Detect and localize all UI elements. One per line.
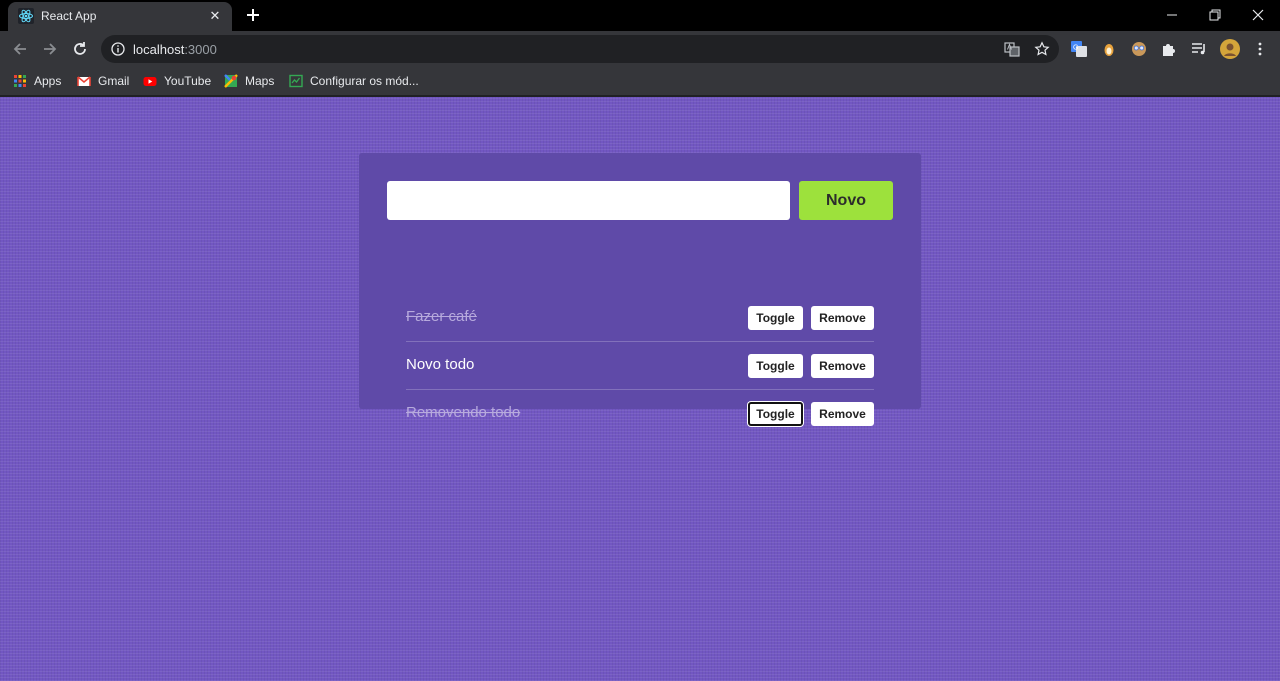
tab-title: React App — [41, 9, 97, 23]
browser-tab[interactable]: React App ✕ — [8, 2, 232, 31]
bookmark-label: YouTube — [164, 74, 212, 88]
google-translate-extension-icon[interactable]: G — [1070, 40, 1088, 58]
gmail-icon — [77, 76, 91, 86]
todo-item: Removendo todo Toggle Remove — [406, 390, 874, 438]
bookmark-configurar[interactable]: Configurar os mód... — [289, 72, 419, 90]
puzzle-icon[interactable] — [1160, 40, 1178, 58]
url-port: :3000 — [184, 42, 217, 57]
minimize-icon[interactable] — [1160, 3, 1184, 27]
browser-toolbar: localhost:3000 G — [0, 31, 1280, 66]
remove-button[interactable]: Remove — [811, 354, 874, 378]
close-window-icon[interactable] — [1246, 3, 1270, 27]
page-viewport: Novo Fazer café Toggle Remove Novo todo … — [0, 97, 1280, 681]
maps-icon — [224, 74, 238, 88]
youtube-icon — [143, 77, 157, 86]
tab-close-icon[interactable]: ✕ — [206, 7, 224, 25]
toggle-button[interactable]: Toggle — [748, 354, 803, 378]
restore-icon[interactable] — [1203, 3, 1227, 27]
tab-strip: React App ✕ — [0, 0, 1280, 31]
todo-text: Novo todo — [406, 356, 475, 373]
reload-icon[interactable] — [70, 39, 90, 59]
remove-button[interactable]: Remove — [811, 402, 874, 426]
bookmark-label: Configurar os mód... — [310, 74, 419, 88]
todo-text: Fazer café — [406, 308, 477, 325]
bookmark-maps[interactable]: Maps — [224, 72, 274, 90]
info-icon[interactable] — [110, 41, 126, 57]
bookmark-label: Gmail — [98, 74, 130, 88]
todo-text: Removendo todo — [406, 404, 521, 421]
toggle-button[interactable]: Toggle — [748, 306, 803, 330]
star-icon[interactable] — [1034, 41, 1050, 57]
bookmark-label: Apps — [34, 74, 62, 88]
media-queue-icon[interactable] — [1190, 40, 1208, 58]
forward-icon[interactable] — [40, 39, 60, 59]
todo-item: Novo todo Toggle Remove — [406, 342, 874, 390]
todo-card: Novo Fazer café Toggle Remove Novo todo … — [359, 153, 921, 426]
bookmark-youtube[interactable]: YouTube — [143, 72, 211, 90]
extension-face-icon[interactable] — [1130, 40, 1148, 58]
svg-text:G: G — [1073, 45, 1078, 52]
avatar[interactable] — [1220, 39, 1240, 59]
react-icon — [18, 8, 34, 24]
todo-item: Fazer café Toggle Remove — [406, 294, 874, 342]
toggle-button[interactable]: Toggle — [748, 402, 803, 426]
extension-icon[interactable] — [1100, 40, 1118, 58]
remove-button[interactable]: Remove — [811, 306, 874, 330]
bookmarks-bar: Apps Gmail YouTube Maps Configurar os mó… — [0, 66, 1280, 96]
bookmark-label: Maps — [245, 74, 275, 88]
new-tab-icon[interactable] — [243, 5, 263, 25]
todo-list: Fazer café Toggle Remove Novo todo Toggl… — [406, 294, 874, 438]
address-bar[interactable]: localhost:3000 — [101, 35, 1059, 63]
apps-grid-icon — [14, 75, 26, 87]
back-icon[interactable] — [10, 39, 30, 59]
bookmark-gmail[interactable]: Gmail — [77, 72, 129, 90]
url-host: localhost — [133, 42, 185, 57]
url-text: localhost:3000 — [133, 42, 217, 57]
add-todo-button[interactable]: Novo — [799, 181, 893, 220]
kebab-menu-icon[interactable] — [1251, 40, 1269, 58]
translate-icon[interactable] — [1004, 41, 1020, 57]
new-todo-input[interactable] — [387, 181, 790, 220]
sheet-icon — [289, 74, 303, 88]
bookmark-apps[interactable]: Apps — [13, 72, 61, 90]
